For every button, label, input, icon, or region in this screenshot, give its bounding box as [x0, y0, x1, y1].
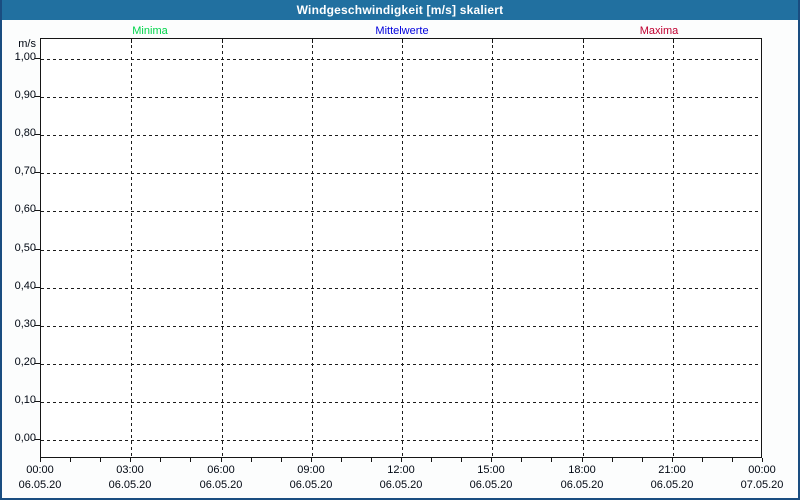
x-tick-date-label: 06.05.20: [379, 479, 423, 491]
y-axis-tick: [35, 439, 40, 440]
top-axis-tick: [583, 39, 584, 43]
y-axis-tick: [35, 401, 40, 402]
y-tick-label: 0,30: [14, 318, 36, 330]
x-axis-tick: [371, 458, 372, 462]
y-tick-label: 0,90: [14, 89, 36, 101]
gridline-horizontal: [41, 364, 761, 365]
y-axis-tick: [35, 134, 40, 135]
gridline-vertical: [312, 39, 313, 457]
x-tick-date-label: 06.05.20: [18, 479, 62, 491]
y-axis-tick: [35, 325, 40, 326]
y-axis-tick: [35, 363, 40, 364]
y-tick-label: 0,60: [14, 203, 36, 215]
x-tick-time-label: 09:00: [297, 464, 325, 476]
plot-area: [40, 38, 762, 458]
x-tick-date-label: 06.05.20: [650, 479, 694, 491]
top-axis-tick: [402, 39, 403, 43]
gridline-horizontal: [41, 97, 761, 98]
x-axis-tick: [431, 458, 432, 462]
y-axis-unit-label: m/s: [18, 38, 36, 50]
x-tick-time-label: 12:00: [387, 464, 415, 476]
x-tick-date-label: 06.05.20: [560, 479, 604, 491]
x-axis-tick: [491, 458, 492, 462]
gridline-horizontal: [41, 326, 761, 327]
gridline-vertical: [492, 39, 493, 457]
gridline-horizontal: [41, 173, 761, 174]
top-axis-tick: [492, 39, 493, 43]
x-tick-date-label: 06.05.20: [108, 479, 152, 491]
gridline-vertical: [402, 39, 403, 457]
gridline-vertical: [673, 39, 674, 457]
x-axis-tick: [281, 458, 282, 462]
x-axis-tick: [582, 458, 583, 462]
gridline-vertical: [583, 39, 584, 457]
y-tick-label: 0,20: [14, 356, 36, 368]
x-axis-tick: [160, 458, 161, 462]
x-tick-time-label: 00:00: [748, 464, 776, 476]
y-tick-label: 1,00: [14, 51, 36, 63]
x-axis-tick: [702, 458, 703, 462]
x-axis-tick: [190, 458, 191, 462]
x-axis-tick: [341, 458, 342, 462]
top-axis-tick: [131, 39, 132, 43]
x-tick-time-label: 21:00: [658, 464, 686, 476]
y-tick-label: 0,70: [14, 165, 36, 177]
x-axis-tick: [672, 458, 673, 462]
top-axis-tick: [222, 39, 223, 43]
x-axis-tick: [401, 458, 402, 462]
x-axis-tick: [461, 458, 462, 462]
x-tick-time-label: 00:00: [26, 464, 54, 476]
gridline-horizontal: [41, 250, 761, 251]
x-axis-tick: [251, 458, 252, 462]
y-axis-tick: [35, 172, 40, 173]
x-axis-tick: [612, 458, 613, 462]
title-bar: Windgeschwindigkeit [m/s] skaliert: [2, 0, 798, 20]
gridline-vertical: [131, 39, 132, 457]
chart-window: Windgeschwindigkeit [m/s] skaliert Minim…: [0, 0, 800, 500]
x-axis-tick: [551, 458, 552, 462]
x-tick-date-label: 06.05.20: [469, 479, 513, 491]
x-tick-date-label: 06.05.20: [199, 479, 243, 491]
x-tick-time-label: 15:00: [477, 464, 505, 476]
x-axis-tick: [40, 458, 41, 462]
legend-item-mittelwerte: Mittelwerte: [375, 25, 429, 37]
legend-item-minima: Minima: [132, 25, 168, 37]
x-axis-tick: [130, 458, 131, 462]
x-axis-tick: [521, 458, 522, 462]
gridline-horizontal: [41, 59, 761, 60]
gridline-vertical: [222, 39, 223, 457]
x-tick-date-label: 07.05.20: [740, 479, 784, 491]
y-tick-label: 0,50: [14, 242, 36, 254]
y-axis-tick: [35, 287, 40, 288]
x-axis-tick: [70, 458, 71, 462]
top-axis-tick: [312, 39, 313, 43]
y-tick-label: 0,10: [14, 394, 36, 406]
x-tick-time-label: 06:00: [207, 464, 235, 476]
gridline-horizontal: [41, 135, 761, 136]
y-tick-label: 0,40: [14, 280, 36, 292]
x-axis-tick: [732, 458, 733, 462]
x-axis-tick: [221, 458, 222, 462]
top-axis-tick: [673, 39, 674, 43]
x-tick-time-label: 03:00: [116, 464, 144, 476]
y-axis-tick: [35, 58, 40, 59]
x-tick-time-label: 18:00: [568, 464, 596, 476]
x-tick-date-label: 06.05.20: [289, 479, 333, 491]
y-axis-tick: [35, 96, 40, 97]
legend-item-maxima: Maxima: [639, 25, 679, 37]
gridline-horizontal: [41, 402, 761, 403]
x-axis-tick: [642, 458, 643, 462]
y-tick-label: 0,80: [14, 127, 36, 139]
y-axis-tick: [35, 249, 40, 250]
window-title: Windgeschwindigkeit [m/s] skaliert: [296, 3, 504, 17]
gridline-horizontal: [41, 211, 761, 212]
gridline-horizontal: [41, 288, 761, 289]
gridline-horizontal: [41, 440, 761, 441]
x-axis-tick: [100, 458, 101, 462]
y-tick-label: 0,00: [14, 432, 36, 444]
x-axis-tick: [311, 458, 312, 462]
y-axis-tick: [35, 210, 40, 211]
x-axis-tick: [762, 458, 763, 462]
